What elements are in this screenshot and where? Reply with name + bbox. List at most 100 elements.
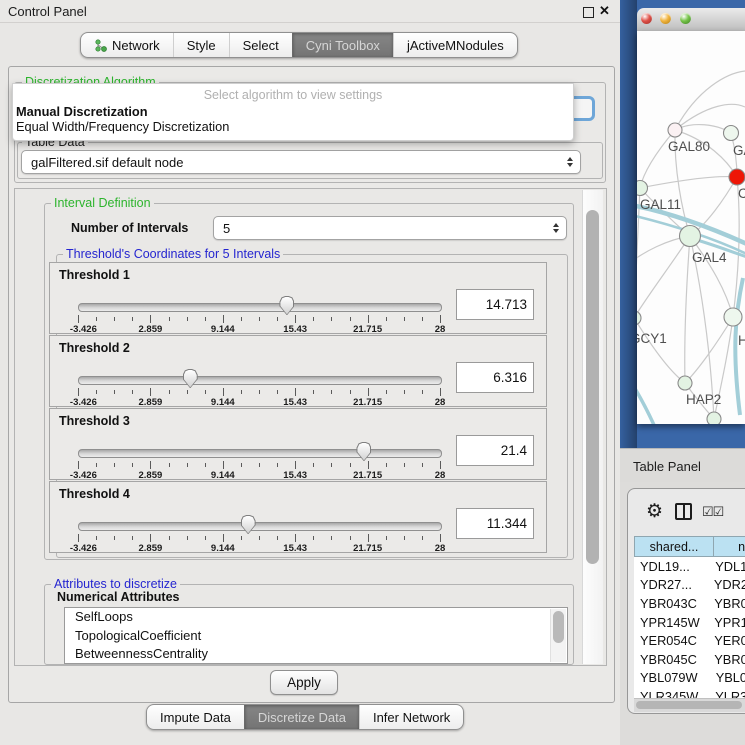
tick-label: 15.43	[283, 324, 307, 335]
apply-button[interactable]: Apply	[270, 670, 338, 695]
table-row[interactable]: YDL19...YDL1	[634, 557, 745, 576]
scrollbar-thumb[interactable]	[636, 701, 742, 709]
slider-ticks	[78, 461, 440, 470]
tab-jactivemnodules[interactable]: jActiveMNodules	[393, 33, 517, 57]
control-panel-title: Control Panel	[8, 4, 87, 19]
slider-track[interactable]	[78, 522, 442, 531]
cell-shared-name: YLR345W	[634, 689, 710, 698]
slider-tick-labels: -3.4262.8599.14415.4321.71528	[78, 397, 440, 408]
threshold-value-field[interactable]: 21.4	[456, 435, 534, 466]
table-row[interactable]: YPR145WYPR1	[634, 613, 745, 632]
tab-impute-data[interactable]: Impute Data	[147, 705, 244, 729]
slider-thumb[interactable]	[279, 296, 294, 315]
tab-select[interactable]: Select	[229, 33, 292, 57]
tick-label: -3.426	[70, 397, 97, 408]
num-intervals-label: Number of Intervals	[71, 221, 188, 235]
traffic-red-icon[interactable]	[641, 13, 652, 24]
slider-thumb[interactable]	[356, 442, 371, 461]
attributes-list-scrollbar[interactable]	[550, 609, 566, 662]
tab-discretize-data[interactable]: Discretize Data	[244, 705, 359, 729]
tick-label: 28	[435, 470, 446, 481]
table-row[interactable]: YBR045CYBR0	[634, 650, 745, 669]
num-intervals-value: 5	[223, 221, 553, 236]
table-rows: YDL19...YDL1YDR27...YDR2YBR043CYBR0YPR14…	[634, 557, 745, 698]
attributes-list[interactable]: SelfLoopsTopologicalCoefficientBetweenne…	[64, 607, 568, 664]
cell-name: YBL0	[711, 670, 745, 685]
cell-shared-name: YER054C	[634, 633, 709, 648]
tab-style[interactable]: Style	[173, 33, 229, 57]
dropdown-option-2[interactable]: Equal Width/Frequency Discretization	[16, 119, 229, 134]
slider-thumb[interactable]	[241, 515, 256, 534]
slider-track[interactable]	[78, 303, 442, 312]
top-tab-bar: NetworkStyle Select Cyni Toolbox jActiveMNo…	[80, 32, 518, 58]
gear-icon[interactable]: ⚙	[646, 502, 663, 521]
slider-thumb[interactable]	[183, 369, 198, 388]
table-row[interactable]: YDR27...YDR2	[634, 576, 745, 595]
thresholds-legend: Threshold's Coordinates for 5 Intervals	[63, 248, 283, 261]
network-view-canvas[interactable]: GAL80GACDGAL11GAL4GCY1HHAP2	[637, 31, 745, 424]
tab-network[interactable]: Network	[81, 33, 173, 57]
cell-shared-name: YBR043C	[634, 596, 709, 611]
node-label-gal80: GAL80	[668, 139, 710, 154]
cell-name: YDL1	[710, 559, 745, 574]
table-panel-header: Table Panel	[620, 448, 745, 484]
slider-track[interactable]	[78, 449, 442, 458]
attribute-item[interactable]: SelfLoops	[65, 608, 567, 627]
node-label-hap2: HAP2	[686, 392, 721, 407]
node-label-h: H	[738, 333, 745, 348]
traffic-yellow-icon[interactable]	[660, 13, 671, 24]
dropdown-option-1[interactable]: Manual Discretization	[16, 104, 148, 119]
slider-track[interactable]	[78, 376, 442, 385]
table-data-combo[interactable]: galFiltered.sif default node	[21, 150, 581, 174]
attribute-item[interactable]: BetweennessCentrality	[65, 645, 567, 664]
threshold-value-field[interactable]: 14.713	[456, 289, 534, 320]
cell-shared-name: YBL079W	[634, 670, 711, 685]
close-icon[interactable]: ✕	[599, 3, 610, 19]
settings-scrollbar[interactable]	[582, 190, 603, 664]
num-intervals-combo[interactable]: 5	[213, 216, 567, 240]
split-column-icon[interactable]	[675, 503, 692, 520]
tab-label: Select	[243, 38, 279, 53]
scrollbar-thumb[interactable]	[586, 210, 599, 564]
traffic-green-icon[interactable]	[680, 13, 691, 24]
column-header-shared[interactable]: shared...	[634, 536, 713, 557]
tick-label: 21.715	[353, 324, 382, 335]
tick-label: 9.144	[211, 543, 235, 554]
network-window-titlebar[interactable]	[637, 8, 745, 32]
tick-label: -3.426	[70, 324, 97, 335]
tick-label: 2.859	[139, 324, 163, 335]
scrollbar-thumb[interactable]	[553, 611, 564, 643]
checkbox-icon[interactable]: ☑☑	[702, 505, 723, 518]
threshold-panel-4: Threshold 4-3.4262.8599.14415.4321.71528…	[49, 481, 547, 553]
slider-ticks	[78, 315, 440, 324]
table-row[interactable]: YER054CYER0	[634, 631, 745, 650]
threshold-value-field[interactable]: 6.316	[456, 362, 534, 393]
slider-ticks	[78, 534, 440, 543]
network-graph	[637, 31, 745, 424]
tick-label: 9.144	[211, 397, 235, 408]
attribute-item[interactable]: TopologicalCoefficient	[65, 627, 567, 646]
tick-label: 21.715	[353, 543, 382, 554]
tab-label: jActiveMNodules	[407, 38, 504, 53]
tick-label: 28	[435, 397, 446, 408]
tick-label: 28	[435, 324, 446, 335]
cell-name: YDR2	[709, 577, 745, 592]
table-data-value: galFiltered.sif default node	[31, 155, 567, 170]
float-window-icon[interactable]	[583, 7, 594, 18]
table-row[interactable]: YBL079WYBL0	[634, 669, 745, 688]
threshold-label: Threshold 1	[59, 268, 130, 282]
tick-label: -3.426	[70, 543, 97, 554]
tab-infer-network[interactable]: Infer Network	[359, 705, 463, 729]
cell-shared-name: YDL19...	[634, 559, 710, 574]
table-row[interactable]: YLR345WYLR3	[634, 687, 745, 698]
tab-cyni-toolbox[interactable]: Cyni Toolbox	[292, 33, 393, 57]
threshold-value-field[interactable]: 11.344	[456, 508, 534, 539]
bottom-tab-bar: Impute DataDiscretize Data Infer Network	[146, 704, 464, 730]
desktop-edge	[620, 0, 637, 448]
table-row[interactable]: YBR043CYBR0	[634, 594, 745, 613]
horizontal-scrollbar[interactable]	[634, 698, 745, 712]
tab-label: Infer Network	[373, 710, 450, 725]
tick-label: 2.859	[139, 470, 163, 481]
column-header-name[interactable]: na	[713, 536, 745, 557]
threshold-label: Threshold 3	[59, 414, 130, 428]
